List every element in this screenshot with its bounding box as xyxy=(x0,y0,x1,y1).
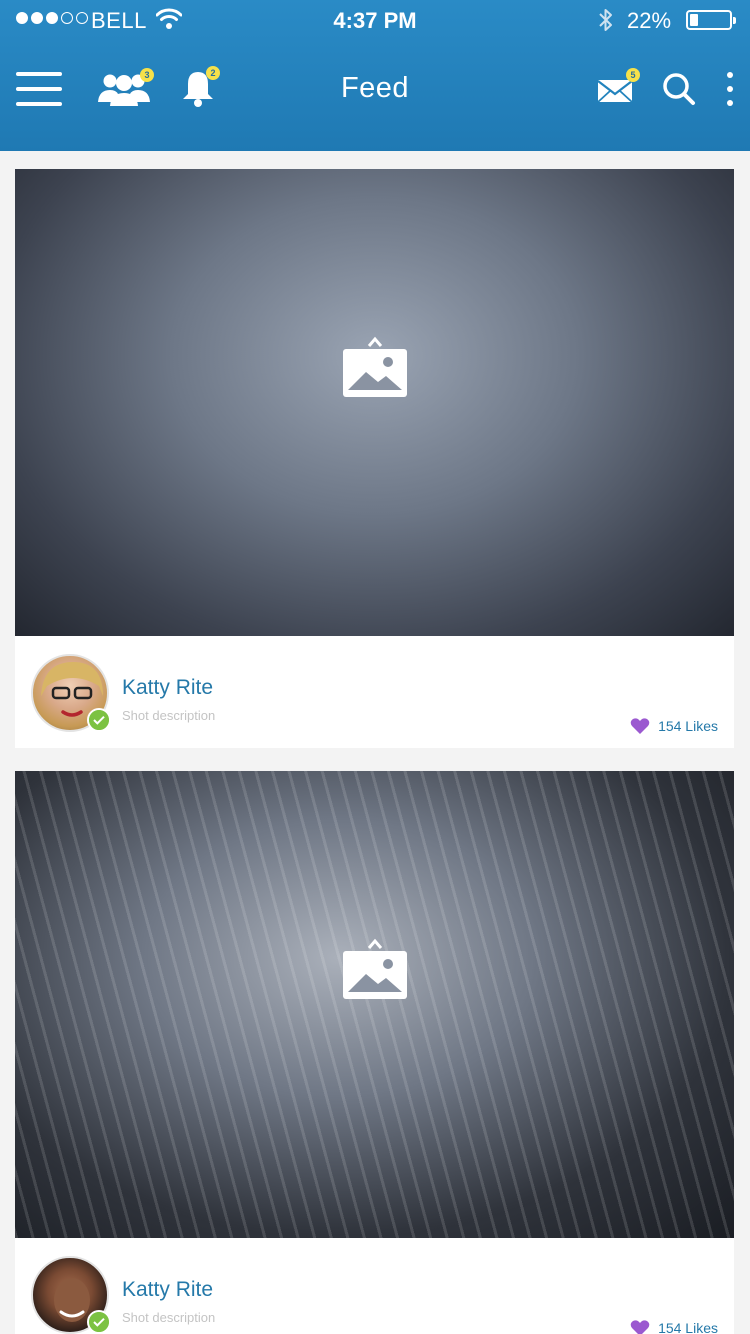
verified-icon xyxy=(87,1310,111,1334)
feed-card[interactable]: Katty Rite Shot description 154 Likes xyxy=(15,169,734,748)
feed-photo[interactable] xyxy=(15,771,734,1238)
user-name[interactable]: Katty Rite xyxy=(122,1278,213,1302)
likes-button[interactable]: 154 Likes xyxy=(630,717,718,735)
messages-button[interactable]: 5 xyxy=(596,68,640,106)
heart-icon xyxy=(630,718,650,734)
verified-icon xyxy=(87,708,111,732)
app-header: BELL 4:37 PM 22% 3 2 Feed 5 xyxy=(0,0,750,151)
messages-badge: 5 xyxy=(626,68,640,82)
image-placeholder-icon xyxy=(343,938,407,999)
more-icon[interactable] xyxy=(722,70,738,110)
search-button[interactable] xyxy=(662,72,696,106)
heart-icon xyxy=(630,1320,650,1334)
feed-card[interactable]: Katty Rite Shot description 154 Likes xyxy=(15,771,734,1334)
search-icon xyxy=(663,73,695,105)
nav-bar: 3 2 Feed 5 xyxy=(0,42,750,151)
feed-photo[interactable] xyxy=(15,169,734,636)
image-placeholder-icon xyxy=(343,336,407,397)
battery-percent: 22% xyxy=(627,8,672,33)
battery-icon xyxy=(686,10,736,30)
user-name[interactable]: Katty Rite xyxy=(122,676,213,700)
bluetooth-icon xyxy=(599,9,612,31)
shot-description: Shot description xyxy=(122,1310,216,1325)
likes-button[interactable]: 154 Likes xyxy=(630,1319,718,1334)
likes-count: 154 Likes xyxy=(658,1320,718,1334)
shot-description: Shot description xyxy=(122,708,216,723)
status-bar: BELL 4:37 PM 22% xyxy=(0,0,750,42)
card-footer: Katty Rite Shot description 154 Likes xyxy=(15,636,734,748)
likes-count: 154 Likes xyxy=(658,718,718,734)
card-footer: Katty Rite Shot description 154 Likes xyxy=(15,1238,734,1334)
